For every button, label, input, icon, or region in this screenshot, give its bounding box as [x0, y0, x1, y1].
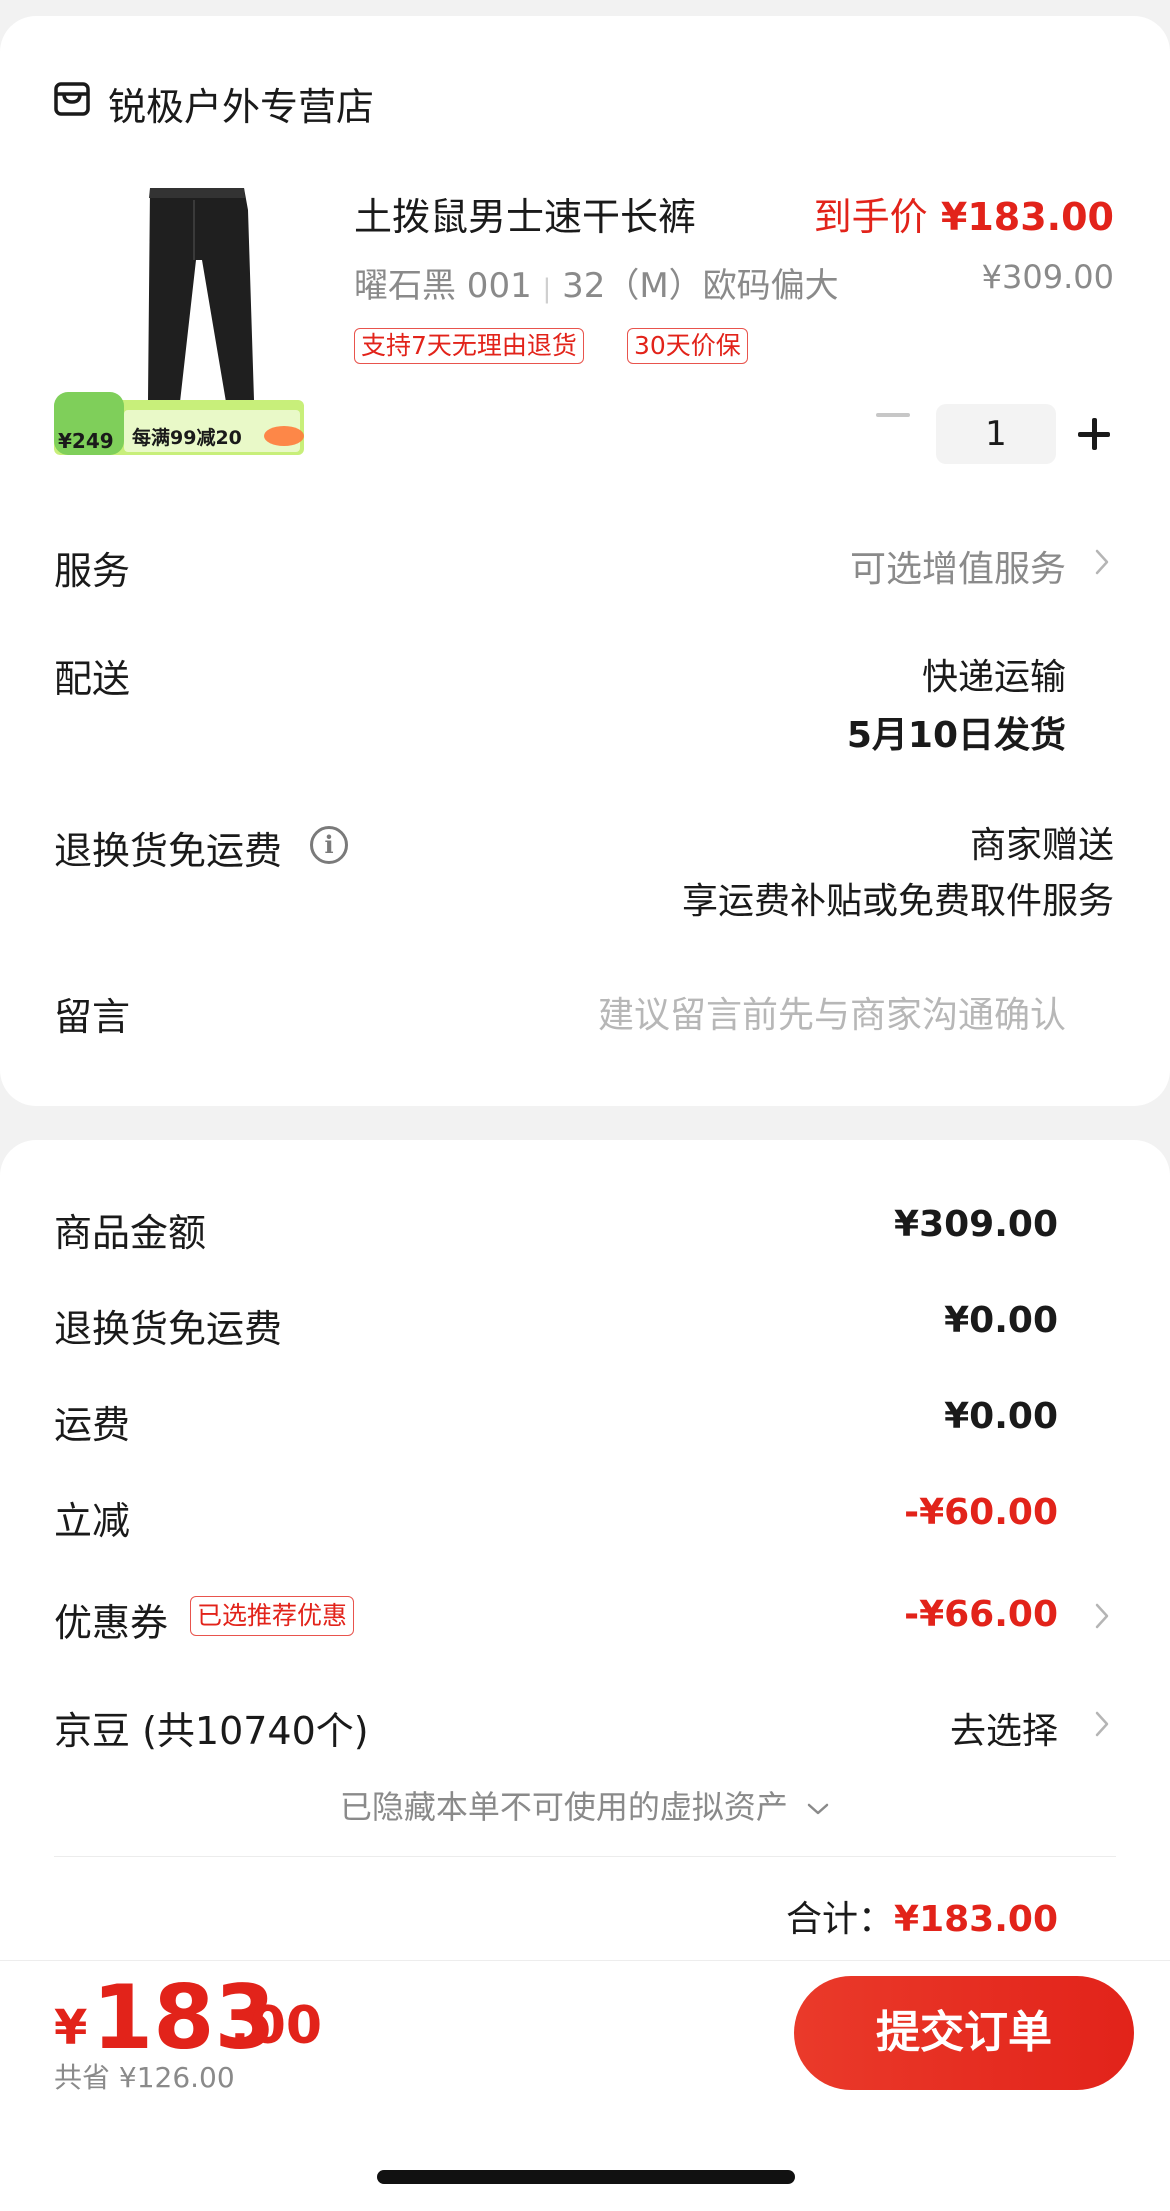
store-name[interactable]: 锐极户外专营店: [108, 76, 374, 131]
quantity-increase-button[interactable]: [1076, 404, 1112, 464]
hidden-assets-toggle[interactable]: 已隐藏本单不可使用的虚拟资产: [0, 1782, 1170, 1828]
return-fee-value: ¥0.00: [944, 1300, 1058, 1341]
promo-text: 每满99减20: [132, 426, 242, 449]
store-icon: [54, 82, 90, 116]
submit-order-button[interactable]: 提交订单: [794, 1976, 1134, 2090]
goods-amount-label: 商品金额: [54, 1211, 207, 1255]
price-value: ¥183.00: [940, 195, 1114, 239]
delivery-label: 配送: [54, 657, 131, 701]
shipping-value: ¥0.00: [944, 1396, 1058, 1437]
service-label: 服务: [54, 549, 131, 593]
product-color: 曜石黑 001: [354, 266, 543, 306]
service-value[interactable]: 可选增值服务: [850, 540, 1066, 592]
product-spec[interactable]: 曜石黑 001 | 32（M）欧码偏大: [354, 258, 839, 307]
product-image[interactable]: ¥249 每满99减20: [54, 170, 326, 455]
coupon-badge: 已选推荐优惠: [190, 1596, 355, 1636]
jingdou-label: 京豆 (共10740个): [54, 1709, 369, 1753]
delivery-date[interactable]: 5月10日发货: [847, 706, 1066, 758]
return-shipping-value: 商家赠送: [969, 825, 1114, 866]
total-label: 合计：: [786, 1899, 895, 1940]
hidden-assets-text: 已隐藏本单不可使用的虚拟资产: [339, 1788, 788, 1826]
product-original-price: ¥309.00: [981, 258, 1114, 296]
message-label: 留言: [54, 995, 131, 1039]
delivery-method[interactable]: 快递运输: [922, 648, 1066, 700]
return-shipping-label: 退换货免运费: [54, 829, 283, 873]
pay-amount-decimal: .00: [230, 1996, 323, 2056]
shipping-label: 运费: [54, 1403, 131, 1447]
product-size: 32（M）欧码偏大: [551, 266, 839, 306]
jingdou-select[interactable]: 去选择: [950, 1702, 1058, 1754]
chevron-right-icon[interactable]: [1094, 1602, 1110, 1630]
divider: [54, 1856, 1116, 1857]
return-fee-label: 退换货免运费: [54, 1307, 283, 1351]
order-total: 合计：¥183.00: [786, 1890, 1058, 1942]
price-protect-tag: 30天价保: [627, 328, 748, 364]
price-label: 到手价: [813, 195, 928, 239]
quantity-input[interactable]: 1: [936, 404, 1056, 464]
message-input[interactable]: 建议留言前先与商家沟通确认: [598, 986, 1066, 1038]
chevron-right-icon[interactable]: [1094, 1710, 1110, 1738]
return-shipping-desc: 享运费补贴或免费取件服务: [681, 881, 1114, 922]
product-final-price: 到手价 ¥183.00: [814, 186, 1114, 241]
chevron-down-icon: [807, 1803, 829, 1815]
home-indicator[interactable]: [377, 2170, 795, 2184]
info-icon[interactable]: i: [310, 826, 348, 864]
goods-amount-value: ¥309.00: [894, 1204, 1058, 1245]
discount-value: -¥60.00: [904, 1492, 1058, 1533]
saved-amount: 共省 ¥126.00: [54, 2061, 235, 2094]
pay-currency: ¥: [54, 2000, 88, 2056]
promo-price: ¥249: [58, 429, 114, 453]
discount-label: 立减: [54, 1499, 131, 1543]
chevron-right-icon[interactable]: [1094, 548, 1110, 576]
total-value: ¥183.00: [894, 1899, 1058, 1940]
quantity-decrease-button[interactable]: [876, 413, 910, 417]
pants-image: ¥249 每满99减20: [54, 188, 304, 455]
coupon-label: 优惠券: [54, 1601, 169, 1645]
coupon-value[interactable]: -¥66.00: [904, 1594, 1058, 1635]
return-policy-tag: 支持7天无理由退货: [354, 328, 584, 364]
product-title[interactable]: 土拨鼠男士速干长裤: [354, 186, 696, 241]
spec-divider: |: [542, 274, 552, 304]
